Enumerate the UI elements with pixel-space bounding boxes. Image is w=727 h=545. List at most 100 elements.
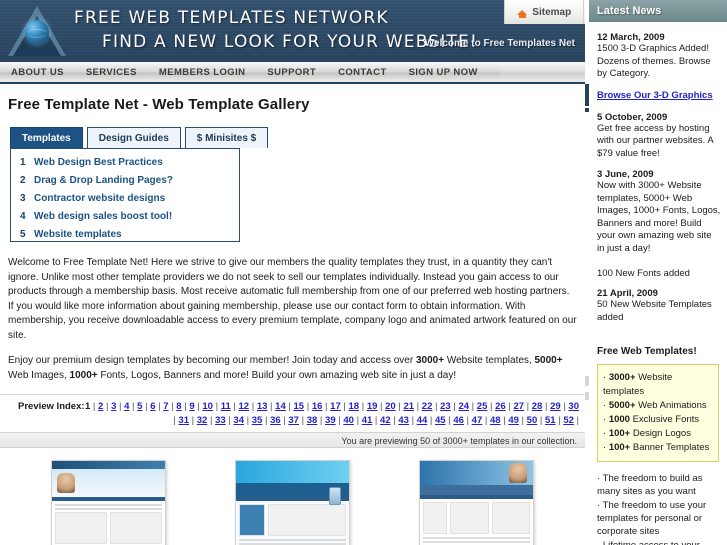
thumb-box <box>109 512 162 544</box>
tab-templates[interactable]: Templates <box>10 127 83 148</box>
news-date: 5 October, 2009 <box>597 111 668 123</box>
pagination-page-19[interactable]: 19 <box>367 401 378 412</box>
intro-paragraph-2: Enjoy our premium design templates by be… <box>8 354 577 383</box>
news-link-3d-graphics[interactable]: Browse Our 3-D Graphics <box>597 90 713 101</box>
site-logo[interactable] <box>6 2 68 60</box>
pagination-page-30[interactable]: 30 <box>568 401 579 412</box>
pagination-page-26[interactable]: 26 <box>495 401 506 412</box>
pagination: Preview Index: 1 | 2 | 3 | 4 | 5 | 6 | 7… <box>0 395 585 432</box>
nav-item-about-us[interactable]: ABOUT US <box>0 67 75 78</box>
list-item-number: 3 <box>20 193 26 204</box>
pagination-separator: | <box>372 415 381 426</box>
highlight-count: 5000+ <box>608 400 636 411</box>
pagination-page-12[interactable]: 12 <box>239 401 250 412</box>
nav-item-contact[interactable]: CONTACT <box>327 67 398 78</box>
thumbnail-cell: 003 <box>392 460 562 545</box>
pagination-page-38[interactable]: 38 <box>307 415 318 426</box>
template-thumbnail-001[interactable] <box>50 460 166 545</box>
thumb-topbar <box>420 461 534 485</box>
p2-bold-1: 3000+ <box>415 355 445 366</box>
nav-item-sign-up-now[interactable]: SIGN UP NOW <box>398 67 489 78</box>
pagination-page-21[interactable]: 21 <box>403 401 414 412</box>
pagination-separator: | <box>230 401 239 412</box>
pagination-separator: | <box>207 415 216 426</box>
pagination-page-27[interactable]: 27 <box>513 401 524 412</box>
thumb-hero <box>235 483 349 505</box>
pagination-page-25[interactable]: 25 <box>477 401 488 412</box>
sitemap-button[interactable]: Sitemap <box>504 0 585 24</box>
pagination-page-51[interactable]: 51 <box>545 415 556 426</box>
pagination-page-43[interactable]: 43 <box>398 415 409 426</box>
pagination-page-45[interactable]: 45 <box>435 415 446 426</box>
pagination-page-13[interactable]: 13 <box>257 401 268 412</box>
latest-news-body: 12 March, 2009 1500 3-D Graphics Added! … <box>589 22 727 328</box>
pagination-page-34[interactable]: 34 <box>233 415 244 426</box>
nav-item-support[interactable]: SUPPORT <box>256 67 327 78</box>
template-thumbnail-002[interactable] <box>234 460 350 545</box>
highlight-label: Design Logos <box>630 428 691 439</box>
highlight-item: · 100+ Banner Templates <box>603 442 710 453</box>
feature-item: · The freedom to build as many sites as … <box>597 473 703 497</box>
pagination-page-10[interactable]: 10 <box>202 401 213 412</box>
pagination-page-15[interactable]: 15 <box>294 401 305 412</box>
list-item: 1 Web Design Best Practices <box>20 157 239 168</box>
pagination-separator: | <box>414 401 422 412</box>
pagination-page-11[interactable]: 11 <box>221 401 231 412</box>
feature-label: Lifetime access to your design <box>597 540 700 545</box>
pagination-page-17[interactable]: 17 <box>330 401 341 412</box>
template-thumbnail-003[interactable] <box>419 460 535 545</box>
pagination-page-40[interactable]: 40 <box>343 415 354 426</box>
list-item-link[interactable]: Contractor website designs <box>34 193 165 204</box>
pagination-page-47[interactable]: 47 <box>472 415 483 426</box>
main-navigation: ABOUT US SERVICES MEMBERS LOGIN SUPPORT … <box>0 62 585 84</box>
pagination-separator: | <box>463 415 472 426</box>
pagination-page-49[interactable]: 49 <box>508 415 519 426</box>
thumb-box <box>238 504 265 536</box>
list-item-link[interactable]: Website templates <box>34 229 122 240</box>
list-item-link[interactable]: Drag & Drop Landing Pages? <box>34 175 173 186</box>
news-date: 12 March, 2009 <box>597 32 665 43</box>
pagination-page-46[interactable]: 46 <box>453 415 464 426</box>
list-item-link[interactable]: Web design sales boost tool! <box>34 211 172 222</box>
pagination-page-16[interactable]: 16 <box>312 401 323 412</box>
pagination-page-18[interactable]: 18 <box>348 401 359 412</box>
thumb-hero <box>420 485 534 495</box>
pagination-page-24[interactable]: 24 <box>458 401 469 412</box>
home-icon <box>517 7 528 18</box>
pagination-separator: | <box>116 401 125 412</box>
site-title-block: FREE WEB TEMPLATES NETWORK FIND A NEW LO… <box>74 4 477 52</box>
pagination-page-33[interactable]: 33 <box>215 415 226 426</box>
pagination-page-50[interactable]: 50 <box>527 415 538 426</box>
sitemap-label: Sitemap <box>532 6 572 18</box>
thumb-line <box>238 539 346 541</box>
pagination-page-23[interactable]: 23 <box>440 401 451 412</box>
news-date: 3 June, 2009 <box>597 169 654 180</box>
pagination-page-39[interactable]: 39 <box>325 415 336 426</box>
pagination-page-48[interactable]: 48 <box>490 415 501 426</box>
pagination-page-36[interactable]: 36 <box>270 415 281 426</box>
tab-minisites[interactable]: $ Minisites $ <box>184 127 269 148</box>
pagination-separator: | <box>317 415 326 426</box>
thumb-box <box>267 504 346 536</box>
news-date: 21 April, 2009 <box>597 288 658 299</box>
pagination-page-44[interactable]: 44 <box>417 415 428 426</box>
pagination-page-28[interactable]: 28 <box>532 401 543 412</box>
list-item-link[interactable]: Web Design Best Practices <box>34 157 163 168</box>
pagination-page-41[interactable]: 41 <box>362 415 373 426</box>
nav-item-members-login[interactable]: MEMBERS LOGIN <box>148 67 256 78</box>
pagination-page-32[interactable]: 32 <box>197 415 208 426</box>
tab-design-guides[interactable]: Design Guides <box>86 127 181 148</box>
pagination-page-29[interactable]: 29 <box>550 401 561 412</box>
pagination-page-42[interactable]: 42 <box>380 415 391 426</box>
pagination-page-20[interactable]: 20 <box>385 401 396 412</box>
pagination-page-14[interactable]: 14 <box>275 401 286 412</box>
pagination-page-37[interactable]: 37 <box>288 415 299 426</box>
page-root: FREE WEB TEMPLATES NETWORK FIND A NEW LO… <box>0 0 727 545</box>
pagination-page-22[interactable]: 22 <box>422 401 433 412</box>
pagination-page-35[interactable]: 35 <box>252 415 263 426</box>
pagination-separator: | <box>212 401 221 412</box>
pagination-page-52[interactable]: 52 <box>563 415 574 426</box>
pagination-page-31[interactable]: 31 <box>178 415 189 426</box>
highlight-count: 3000+ <box>608 372 636 383</box>
nav-item-services[interactable]: SERVICES <box>75 67 148 78</box>
